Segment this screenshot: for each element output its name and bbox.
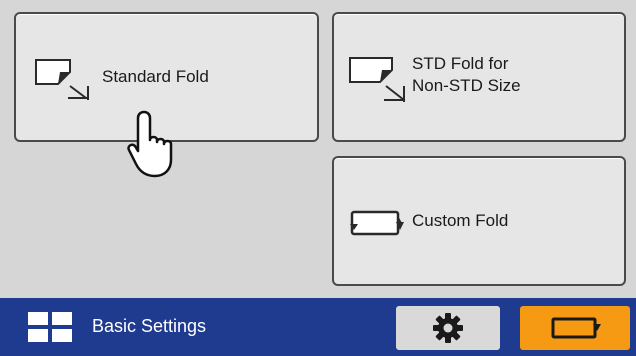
hand-pointer-cursor-icon xyxy=(127,110,173,178)
std-fold-nonstd-label-line1: STD Fold for xyxy=(412,54,509,73)
gear-icon xyxy=(433,313,463,343)
bottom-bar: Basic Settings xyxy=(0,298,636,356)
standard-fold-label: Standard Fold xyxy=(102,67,209,86)
fold-mode-icon xyxy=(551,317,601,339)
custom-fold-icon xyxy=(344,202,406,247)
custom-fold-label: Custom Fold xyxy=(412,211,509,230)
std-fold-nonstd-icon xyxy=(346,54,408,111)
settings-button[interactable] xyxy=(396,306,500,350)
standard-fold-icon xyxy=(32,56,94,109)
basic-settings-title: Basic Settings xyxy=(92,316,207,336)
std-fold-nonstd-label-line2: Non-STD Size xyxy=(412,76,521,95)
grid-icon[interactable] xyxy=(28,312,74,344)
std-fold-nonstd-size-button[interactable]: STD Fold for Non-STD Size xyxy=(332,12,626,142)
fold-mode-button[interactable] xyxy=(520,306,630,350)
custom-fold-button[interactable]: Custom Fold xyxy=(332,156,626,286)
